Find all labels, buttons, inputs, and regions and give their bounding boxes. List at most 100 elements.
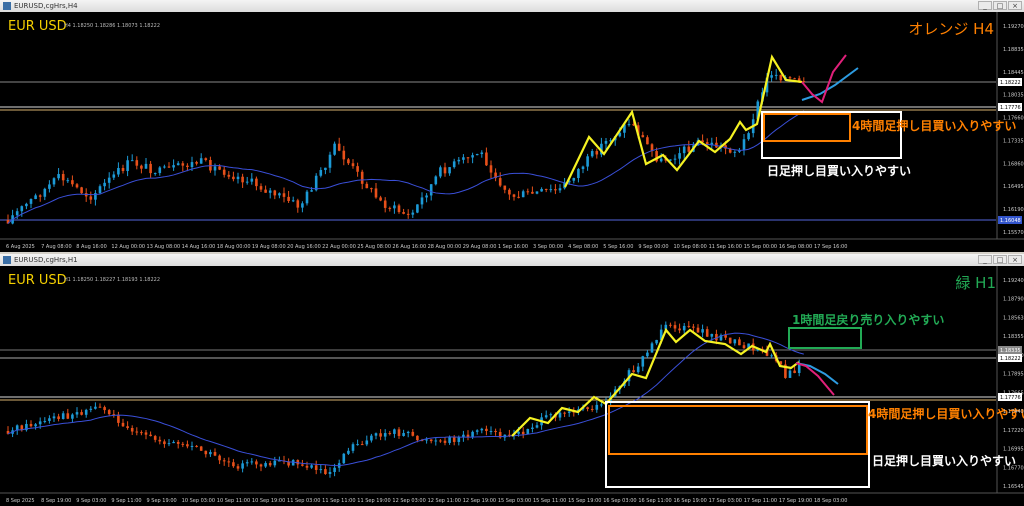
candle-body: [738, 339, 741, 346]
candle-body: [682, 146, 686, 154]
candle-body: [544, 188, 548, 190]
candle-body: [531, 427, 534, 430]
candle-body: [512, 194, 516, 197]
price-axis-tick: 1.19240: [1003, 278, 1024, 284]
price-tag-value: 1.18222: [1000, 80, 1021, 86]
candle-body: [48, 418, 51, 421]
candle-body: [222, 169, 226, 175]
price-axis-tick: 1.16770: [1003, 465, 1024, 471]
h1-sell-zone-box: [788, 327, 862, 349]
time-axis-tick: 17 Sep 11:00: [744, 498, 777, 504]
h4-buy-zone-box: [763, 113, 851, 142]
time-axis-tick: 29 Aug 08:00: [463, 244, 497, 250]
timeframe-corner-label: オレンジ H4: [908, 20, 994, 38]
candle-body: [558, 188, 562, 191]
candle-body: [71, 180, 74, 185]
candle-body: [117, 168, 120, 175]
candle-body: [383, 200, 387, 208]
candle-body: [89, 196, 93, 200]
candle-body: [402, 212, 405, 214]
candle-body: [452, 161, 456, 168]
candle-body: [498, 178, 502, 186]
candle-body: [692, 326, 695, 328]
ohlc-readout: H1 1.18250 1.18227 1.18193 1.18222: [64, 277, 160, 283]
candle-body: [144, 432, 148, 435]
candle-body: [448, 436, 451, 443]
time-axis-tick: 4 Sep 08:00: [568, 244, 598, 250]
candle-body: [411, 212, 415, 215]
window-title-h1: EURUSD,cgHrs,H1: [14, 256, 78, 264]
candle-body: [406, 213, 410, 215]
candle-body: [324, 469, 327, 474]
candle-body: [167, 443, 171, 445]
candle-body: [209, 452, 212, 455]
chart-canvas-h1[interactable]: EUR USD H1 1.18250 1.18227 1.18193 1.182…: [0, 266, 1024, 506]
candle-body: [793, 78, 796, 80]
chart-canvas-h4[interactable]: EUR USD H4 1.18250 1.18286 1.18073 1.182…: [0, 12, 1024, 252]
candle-body: [232, 176, 235, 180]
chart-window-h4[interactable]: EURUSD,cgHrs,H4 _ □ × EUR USD H4 1.18250…: [0, 0, 1024, 252]
chart-window-h1[interactable]: EURUSD,cgHrs,H1 _ □ × EUR USD H1 1.18250…: [0, 254, 1024, 506]
candle-body: [425, 439, 428, 441]
maximize-button[interactable]: □: [993, 255, 1007, 264]
price-axis-tick: 1.15570: [1003, 230, 1024, 236]
candle-body: [489, 430, 493, 432]
maximize-button[interactable]: □: [993, 1, 1007, 10]
time-axis-tick: 17 Sep 19:00: [779, 498, 812, 504]
candle-body: [411, 431, 415, 436]
candle-body: [264, 463, 267, 467]
candle-body: [236, 466, 240, 469]
candle-body: [402, 433, 405, 436]
candle-body: [788, 77, 792, 79]
candle-body: [678, 328, 681, 331]
close-button[interactable]: ×: [1008, 255, 1022, 264]
window-title-h4: EURUSD,cgHrs,H4: [14, 2, 78, 10]
candle-body: [43, 420, 47, 422]
candle-body: [98, 186, 102, 194]
candle-body: [140, 165, 143, 169]
candle-body: [291, 200, 295, 202]
minimize-button[interactable]: _: [978, 1, 992, 10]
candle-body: [29, 423, 33, 427]
price-axis-tick: 1.17220: [1003, 428, 1024, 434]
candle-body: [526, 191, 530, 193]
candle-body: [153, 436, 157, 440]
chart-area-h4[interactable]: EUR USD H4 1.18250 1.18286 1.18073 1.182…: [0, 12, 1024, 252]
candle-body: [305, 465, 309, 468]
minimize-button[interactable]: _: [978, 255, 992, 264]
chart-area-h1[interactable]: EUR USD H1 1.18250 1.18227 1.18193 1.182…: [0, 266, 1024, 506]
price-tag-value: 1.17776: [1000, 105, 1021, 111]
candle-body: [779, 74, 783, 81]
candle-body: [204, 450, 208, 455]
candle-body: [554, 189, 557, 191]
candle-body: [347, 450, 350, 454]
candle-body: [38, 195, 42, 197]
candle-body: [439, 167, 442, 177]
price-axis-tick: 1.17660: [1003, 116, 1024, 122]
candle-body: [121, 168, 125, 172]
candle-body: [659, 158, 663, 162]
candle-body: [186, 444, 189, 447]
candle-body: [650, 343, 654, 353]
candle-body: [425, 195, 428, 198]
price-tag-value: 1.18335: [1000, 348, 1021, 354]
candle-body: [374, 433, 378, 436]
candle-body: [181, 443, 185, 445]
candle-body: [636, 366, 640, 373]
candle-body: [383, 433, 387, 437]
candle-body: [190, 445, 194, 447]
price-axis-tick: 1.18445: [1003, 70, 1024, 76]
time-axis-tick: 16 Sep 08:00: [779, 244, 812, 250]
candle-body: [485, 152, 488, 166]
time-axis-tick: 10 Sep 19:00: [252, 498, 285, 504]
close-button[interactable]: ×: [1008, 1, 1022, 10]
candle-body: [388, 207, 392, 209]
candle-body: [149, 434, 152, 437]
candle-body: [416, 204, 419, 213]
time-axis-tick: 17 Sep 16:00: [814, 244, 847, 250]
candle-body: [457, 437, 461, 442]
time-axis-tick: 11 Sep 03:00: [287, 498, 320, 504]
time-axis-tick: 14 Aug 16:00: [182, 244, 216, 250]
price-axis-tick: 1.17440: [1003, 409, 1024, 415]
candle-body: [305, 191, 309, 204]
